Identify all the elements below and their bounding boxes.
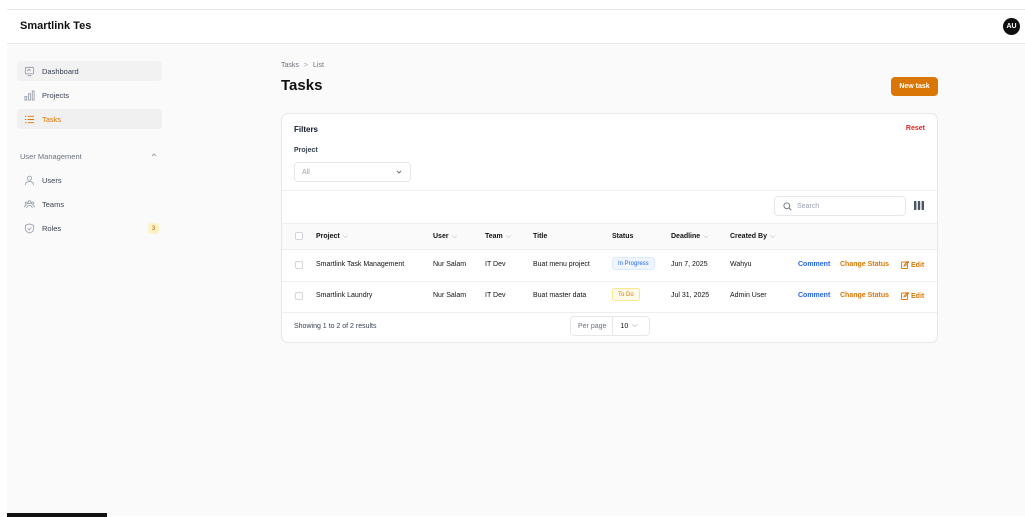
sidebar-item-label: Teams bbox=[42, 199, 65, 209]
column-header-deadline[interactable]: Deadline ⌵ bbox=[671, 233, 709, 241]
breadcrumb-current: List bbox=[313, 62, 324, 69]
breadcrumb: Tasks > List bbox=[281, 62, 481, 69]
per-page-value: 10 ⌵ bbox=[620, 322, 638, 330]
cell-team: IT Dev bbox=[485, 261, 506, 268]
per-page-label: Per page bbox=[571, 317, 614, 335]
avatar[interactable]: AU bbox=[1003, 18, 1020, 35]
status-badge: To Do bbox=[612, 288, 640, 301]
chevron-down-icon: ⌵ bbox=[632, 322, 638, 329]
table-row[interactable]: Smartlink Laundry Nur Salam IT Dev Buat … bbox=[282, 281, 937, 312]
dashboard-icon bbox=[23, 65, 35, 77]
app-frame: Smartlink Tes AU Dashboard Projects Task… bbox=[7, 9, 1025, 517]
per-page-select[interactable]: Per page 10 ⌵ bbox=[570, 316, 650, 336]
select-all-checkbox[interactable] bbox=[295, 232, 303, 240]
chevron-down-icon bbox=[395, 168, 403, 178]
cell-created-by: Admin User bbox=[730, 292, 767, 299]
cell-project: Smartlink Laundry bbox=[316, 292, 373, 299]
sidebar-item-label: Projects bbox=[42, 90, 70, 100]
sidebar-item-label: Users bbox=[42, 175, 62, 185]
column-header-status: Status bbox=[612, 233, 634, 240]
edit-icon bbox=[901, 261, 909, 269]
change-status-button[interactable]: Change Status bbox=[840, 261, 889, 268]
cell-user: Nur Salam bbox=[433, 261, 467, 268]
comment-button[interactable]: Comment bbox=[798, 292, 830, 299]
breadcrumb-tasks-link[interactable]: Tasks bbox=[281, 62, 299, 69]
cell-deadline: Jun 7, 2025 bbox=[671, 261, 708, 268]
column-header-created-by[interactable]: Created By ⌵ bbox=[730, 233, 775, 241]
edit-button[interactable]: Edit bbox=[901, 292, 924, 300]
row-checkbox[interactable] bbox=[295, 261, 303, 269]
roles-count-badge: 3 bbox=[148, 223, 159, 234]
user-management-group-label[interactable]: User Management bbox=[20, 152, 82, 161]
cell-team: IT Dev bbox=[485, 292, 506, 299]
cell-deadline: Jul 31, 2025 bbox=[671, 292, 710, 299]
sidebar-item-dashboard[interactable]: Dashboard bbox=[17, 61, 162, 81]
chart-icon bbox=[23, 89, 35, 101]
chevron-down-icon: ⌵ bbox=[451, 233, 457, 240]
cell-title: Buat menu project bbox=[533, 261, 590, 268]
columns-icon[interactable] bbox=[914, 201, 924, 210]
filters-title: Filters bbox=[294, 125, 319, 134]
sidebar-item-teams[interactable]: Teams bbox=[17, 194, 162, 214]
search-input[interactable]: Search bbox=[774, 196, 906, 216]
cell-created-by: Wahyu bbox=[730, 261, 752, 268]
column-header-team[interactable]: Team ⌵ bbox=[485, 233, 511, 241]
shield-icon bbox=[23, 222, 35, 234]
status-badge: In Progress bbox=[612, 257, 655, 270]
list-icon bbox=[23, 113, 35, 125]
sidebar-item-projects[interactable]: Projects bbox=[17, 85, 162, 105]
search-placeholder: Search bbox=[797, 202, 820, 210]
chevron-down-icon: ⌵ bbox=[703, 233, 709, 240]
tasks-table-card: Filters Reset Project All Search Project… bbox=[281, 113, 938, 343]
chevron-up-icon[interactable] bbox=[150, 151, 158, 161]
table-row[interactable]: Smartlink Task Management Nur Salam IT D… bbox=[282, 250, 937, 281]
project-filter-label: Project bbox=[294, 147, 318, 154]
chevron-down-icon: ⌵ bbox=[769, 233, 776, 240]
project-filter-select[interactable]: All bbox=[294, 162, 411, 182]
edit-icon bbox=[901, 292, 909, 300]
new-task-button[interactable]: New task bbox=[891, 77, 938, 96]
status-bar bbox=[7, 513, 107, 517]
column-header-user[interactable]: User ⌵ bbox=[433, 233, 457, 241]
chevron-down-icon: ⌵ bbox=[342, 233, 349, 240]
team-icon bbox=[23, 198, 35, 210]
breadcrumb-separator: > bbox=[303, 62, 308, 69]
change-status-button[interactable]: Change Status bbox=[840, 292, 889, 299]
reset-filters-button[interactable]: Reset bbox=[906, 125, 925, 132]
sidebar-item-tasks[interactable]: Tasks bbox=[17, 109, 162, 129]
row-checkbox[interactable] bbox=[295, 292, 303, 300]
pagination-summary: Showing 1 to 2 of 2 results bbox=[294, 323, 377, 330]
top-bar: Smartlink Tes AU bbox=[7, 10, 1025, 44]
edit-button[interactable]: Edit bbox=[901, 261, 924, 269]
cell-project: Smartlink Task Management bbox=[316, 261, 405, 268]
sidebar-item-label: Tasks bbox=[42, 114, 62, 124]
divider bbox=[282, 312, 937, 313]
search-icon bbox=[783, 201, 792, 211]
cell-user: Nur Salam bbox=[433, 292, 467, 299]
app-title[interactable]: Smartlink Tes bbox=[20, 20, 91, 32]
comment-button[interactable]: Comment bbox=[798, 261, 830, 268]
sidebar-item-label: Dashboard bbox=[42, 66, 79, 76]
sidebar-item-roles[interactable]: Roles 3 bbox=[17, 218, 162, 238]
cell-title: Buat master data bbox=[533, 292, 587, 299]
column-header-title: Title bbox=[533, 233, 548, 240]
sidebar-item-users[interactable]: Users bbox=[17, 170, 162, 190]
table-header: Project ⌵ User ⌵ Team ⌵ Title Status Deadli… bbox=[282, 224, 937, 249]
page-title: Tasks bbox=[281, 77, 323, 94]
user-icon bbox=[23, 174, 35, 186]
column-header-project[interactable]: Project ⌵ bbox=[316, 233, 348, 241]
sidebar-item-label: Roles bbox=[42, 223, 62, 233]
project-filter-value: All bbox=[302, 168, 310, 176]
chevron-down-icon: ⌵ bbox=[505, 233, 512, 240]
divider bbox=[282, 190, 937, 191]
